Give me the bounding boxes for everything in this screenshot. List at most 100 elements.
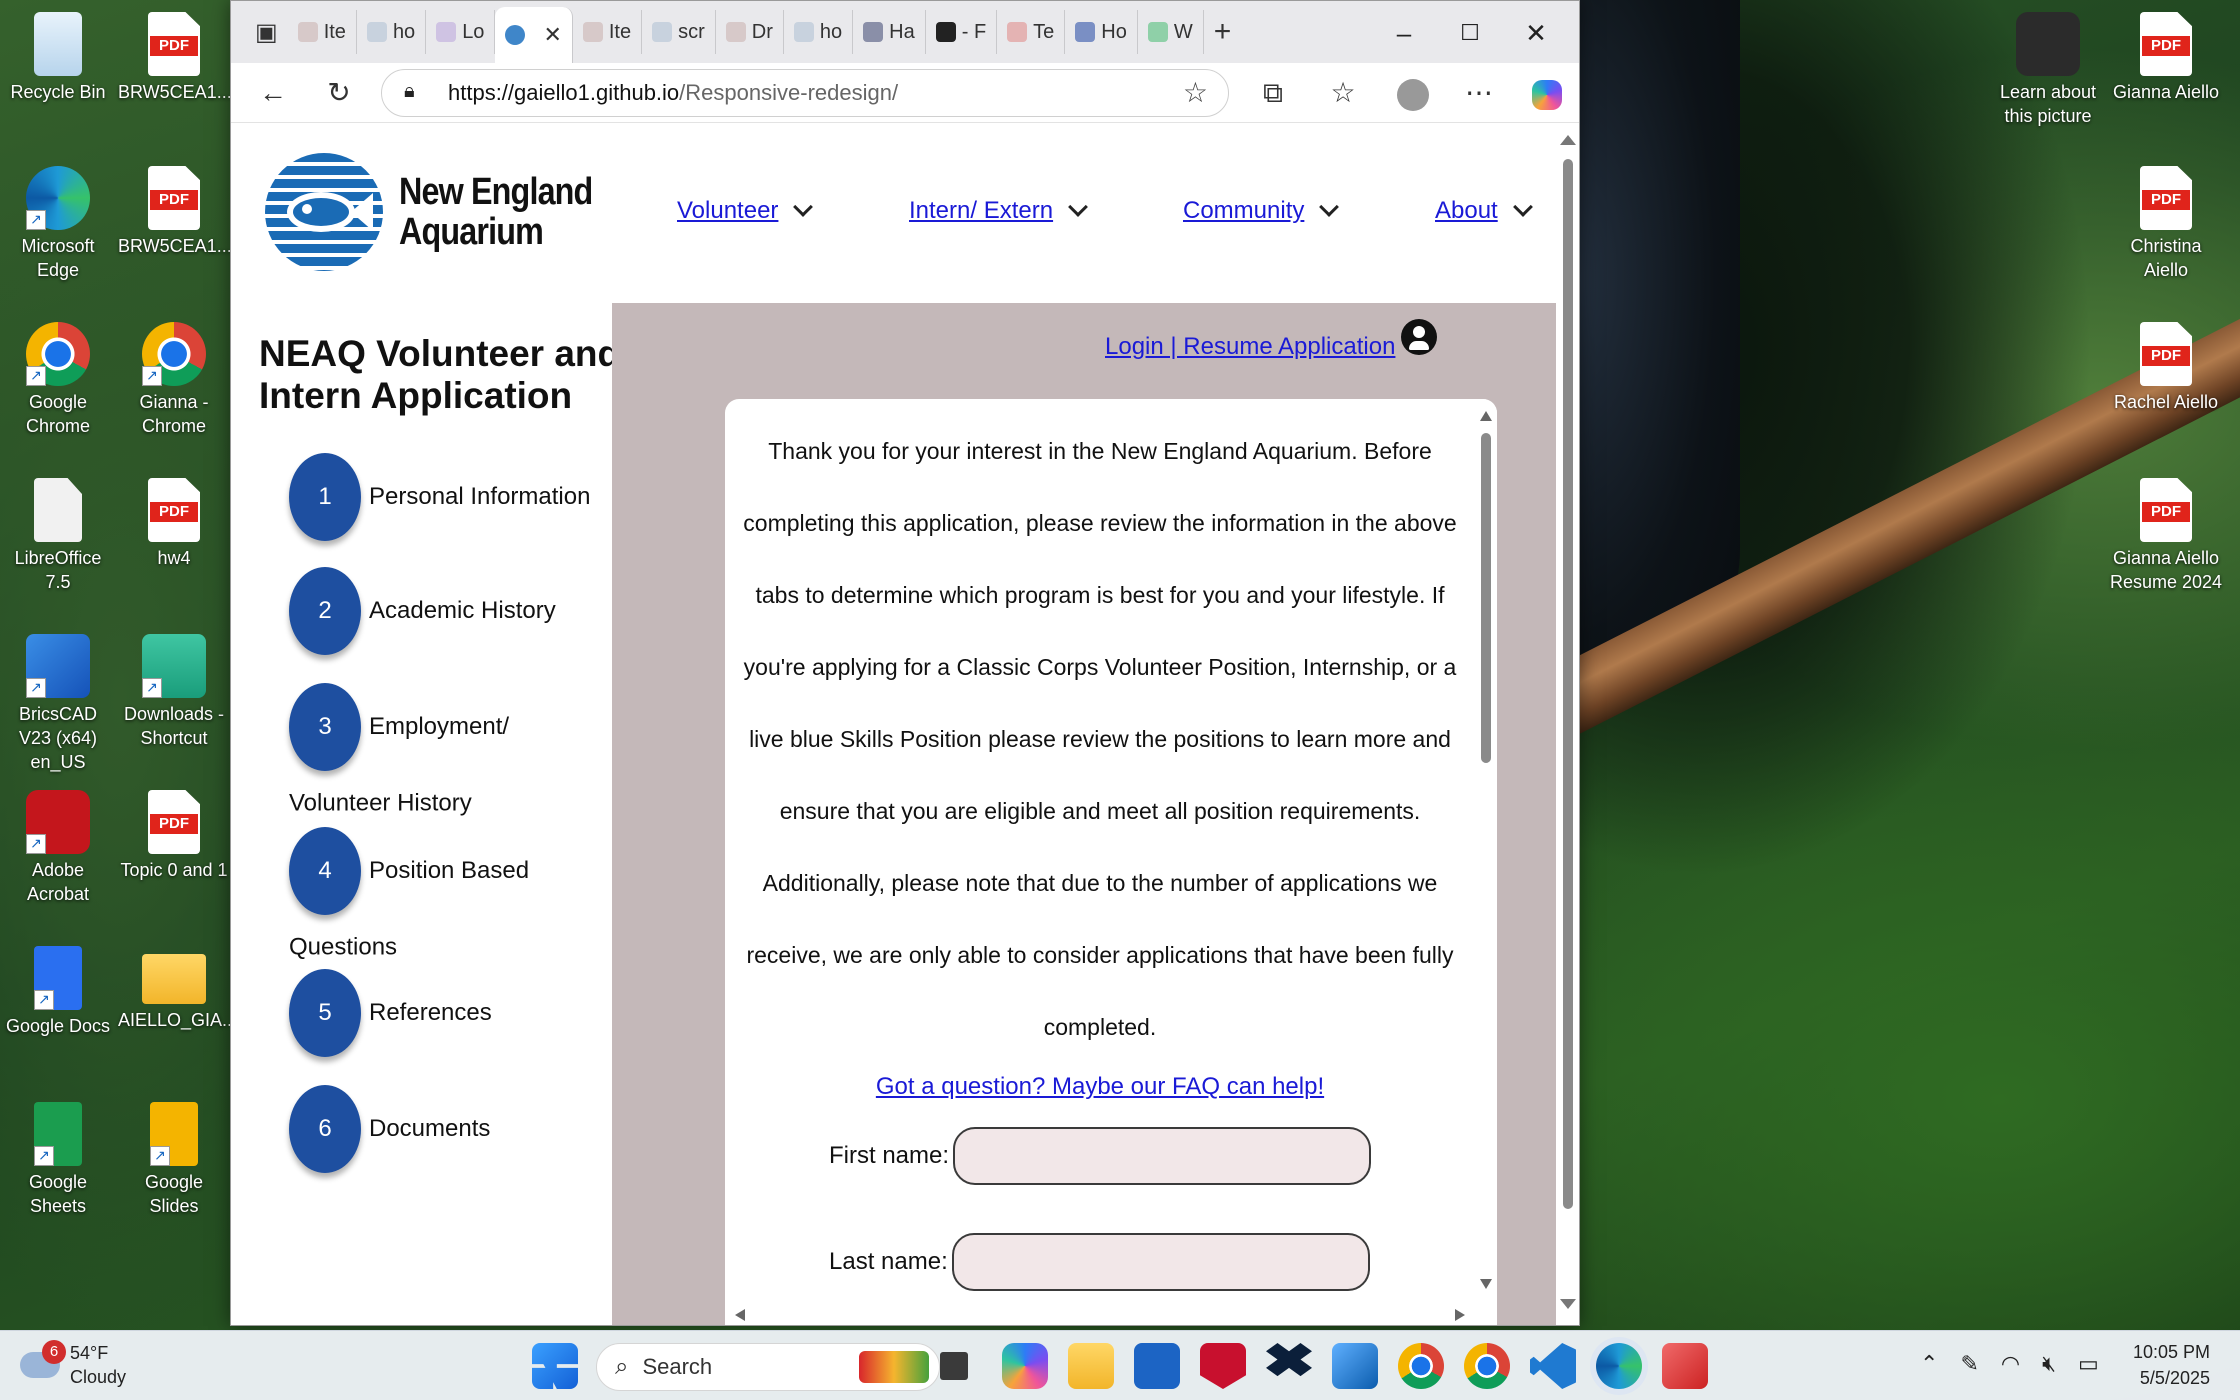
user-account-icon[interactable]	[1401, 319, 1437, 355]
favorite-star-icon[interactable]: ☆	[1183, 76, 1208, 109]
scroll-down-arrow-icon[interactable]	[1480, 1279, 1492, 1289]
login-resume-link[interactable]: Login | Resume Application	[1105, 333, 1395, 361]
desktop-icon-google-sheets[interactable]: ↗ Google Sheets	[2, 1096, 114, 1218]
step-personal-information[interactable]: 1 Personal Information	[289, 453, 590, 541]
address-bar[interactable]: 🔒︎ https://gaiello1.github.io/Responsive…	[381, 69, 1229, 117]
scroll-right-arrow-icon[interactable]	[1455, 1309, 1465, 1321]
minimize-button[interactable]: –	[1371, 11, 1437, 55]
tab-9[interactable]: Ha	[853, 10, 926, 54]
file-explorer-icon[interactable]	[1068, 1343, 1114, 1389]
scroll-down-arrow-icon[interactable]	[1560, 1299, 1576, 1309]
desktop-icon-hw4[interactable]: hw4	[118, 472, 230, 570]
tab-actions-icon[interactable]: ▣	[245, 10, 288, 54]
desktop-icon-pdf-2[interactable]: BRW5CEA1...	[118, 160, 232, 258]
dropbox-icon[interactable]	[1266, 1343, 1312, 1377]
scroll-left-arrow-icon[interactable]	[735, 1309, 745, 1321]
desktop-icon-edge[interactable]: ↗ Microsoft Edge	[2, 160, 114, 282]
weather-widget[interactable]: 6 54°F Cloudy	[20, 1340, 126, 1389]
refresh-icon[interactable]: ↻	[317, 71, 361, 115]
tab-close-icon[interactable]: ✕	[543, 22, 561, 48]
first-name-field[interactable]	[953, 1127, 1372, 1185]
page-scrollbar[interactable]	[1556, 123, 1579, 1325]
close-button[interactable]: ✕	[1503, 11, 1569, 55]
desktop-icon-downloads[interactable]: ↗ Downloads - Shortcut	[118, 628, 230, 750]
chrome-profile-taskbar-icon[interactable]	[1464, 1343, 1510, 1389]
tab-6[interactable]: scr	[642, 10, 716, 54]
wifi-icon[interactable]: ◠	[2001, 1351, 2020, 1377]
more-menu-icon[interactable]: ⋯	[1457, 71, 1501, 115]
step-academic-history[interactable]: 2 Academic History	[289, 567, 556, 655]
desktop-icon-folder[interactable]: AIELLO_GIA...	[118, 940, 237, 1032]
card-horizontal-scrollbar[interactable]	[725, 1303, 1497, 1325]
speaker-muted-icon[interactable]: 🔇︎	[2042, 1351, 2056, 1377]
chrome-taskbar-icon[interactable]	[1398, 1343, 1444, 1389]
profile-avatar[interactable]	[1391, 71, 1435, 115]
scroll-up-arrow-icon[interactable]	[1480, 411, 1492, 421]
desktop-icon-google-slides[interactable]: ↗ Google Slides	[118, 1096, 230, 1218]
desktop-icon-learn-picture[interactable]: Learn about this picture	[1990, 6, 2106, 128]
tab-13[interactable]: W	[1138, 10, 1204, 54]
pdf-file-icon	[148, 790, 200, 854]
chevron-up-icon[interactable]: ⌃	[1920, 1351, 1938, 1377]
neaq-logo[interactable]: New England Aquarium	[265, 153, 627, 271]
step-employment-history[interactable]: 3 Employment/ Volunteer History	[289, 683, 539, 836]
new-tab-button[interactable]: +	[1204, 10, 1242, 54]
vscode-icon[interactable]	[1530, 1343, 1576, 1389]
tab-8[interactable]: ho	[784, 10, 854, 54]
favorites-icon[interactable]: ☆	[1321, 71, 1365, 115]
pen-icon[interactable]: ✎	[1960, 1351, 1978, 1377]
last-name-field[interactable]	[951, 1233, 1370, 1291]
card-scroll-thumb[interactable]	[1481, 433, 1491, 763]
tab-5[interactable]: Ite	[573, 10, 643, 54]
desktop-icon-libreoffice[interactable]: LibreOffice 7.5	[2, 472, 114, 594]
task-view-icon[interactable]	[940, 1352, 968, 1380]
tab-active[interactable]: ✕	[495, 7, 573, 63]
step-references[interactable]: 5 References	[289, 969, 492, 1057]
store-icon[interactable]	[1134, 1343, 1180, 1389]
battery-icon[interactable]: ▭	[2078, 1351, 2099, 1377]
snipping-tool-icon[interactable]	[1662, 1343, 1708, 1389]
page-scroll-thumb[interactable]	[1563, 159, 1573, 1209]
desktop-icon-resume[interactable]: Gianna Aiello Resume 2024	[2098, 472, 2234, 594]
desktop-icon-christina-aiello[interactable]: Christina Aiello	[2108, 160, 2224, 282]
tab-2[interactable]: ho	[357, 10, 427, 54]
desktop-icon-rachel-aiello[interactable]: Rachel Aiello	[2108, 316, 2224, 414]
step-documents[interactable]: 6 Documents	[289, 1085, 490, 1173]
tab-11[interactable]: Te	[997, 10, 1066, 54]
desktop-icon-gianna-aiello[interactable]: Gianna Aiello	[2108, 6, 2224, 104]
edge-taskbar-icon[interactable]	[1596, 1343, 1642, 1389]
desktop-icon-bricscad[interactable]: ↗ BricsCAD V23 (x64) en_US	[2, 628, 114, 774]
tab-1[interactable]: Ite	[288, 10, 357, 54]
tab-3[interactable]: Lo	[426, 10, 496, 54]
photos-icon[interactable]	[1332, 1343, 1378, 1389]
nav-volunteer[interactable]: Volunteer	[677, 197, 814, 225]
card-scrollbar[interactable]	[1475, 399, 1497, 1299]
nav-about[interactable]: About	[1435, 197, 1533, 225]
clock[interactable]: 10:05 PM 5/5/2025	[2133, 1339, 2210, 1391]
back-icon[interactable]: ←	[251, 71, 295, 115]
maximize-button[interactable]: ☐	[1437, 11, 1503, 55]
windows-start-icon[interactable]	[532, 1343, 578, 1389]
mcafee-icon[interactable]	[1200, 1343, 1246, 1389]
copilot-icon[interactable]	[1525, 71, 1569, 115]
tab-7[interactable]: Dr	[716, 10, 784, 54]
taskbar-search[interactable]: ⌕ Search	[596, 1343, 940, 1391]
desktop-icon-pdf-1[interactable]: BRW5CEA1...	[118, 6, 232, 104]
desktop-icon-chrome-profile[interactable]: ↗ Gianna - Chrome	[118, 316, 230, 438]
copilot-taskbar-icon[interactable]	[1002, 1343, 1048, 1389]
desktop-icon-chrome[interactable]: ↗ Google Chrome	[2, 316, 114, 438]
pdf-file-icon	[148, 166, 200, 230]
aquarium-favicon-icon	[505, 25, 526, 45]
desktop-icon-recycle-bin[interactable]: Recycle Bin	[2, 6, 114, 104]
nav-intern-extern[interactable]: Intern/ Extern	[909, 197, 1088, 225]
step-position-questions[interactable]: 4 Position Based Questions	[289, 827, 539, 980]
scroll-up-arrow-icon[interactable]	[1560, 135, 1576, 145]
desktop-icon-google-docs[interactable]: ↗ Google Docs	[2, 940, 114, 1038]
tab-10[interactable]: - F	[926, 10, 998, 54]
nav-community[interactable]: Community	[1183, 197, 1340, 225]
desktop-icon-topic[interactable]: Topic 0 and 1	[118, 784, 230, 882]
desktop-icon-acrobat[interactable]: ↗ Adobe Acrobat	[2, 784, 114, 906]
extensions-icon[interactable]: ⧉	[1251, 71, 1295, 115]
tab-12[interactable]: Ho	[1065, 10, 1138, 54]
faq-link[interactable]: Got a question? Maybe our FAQ can help!	[725, 1073, 1475, 1101]
